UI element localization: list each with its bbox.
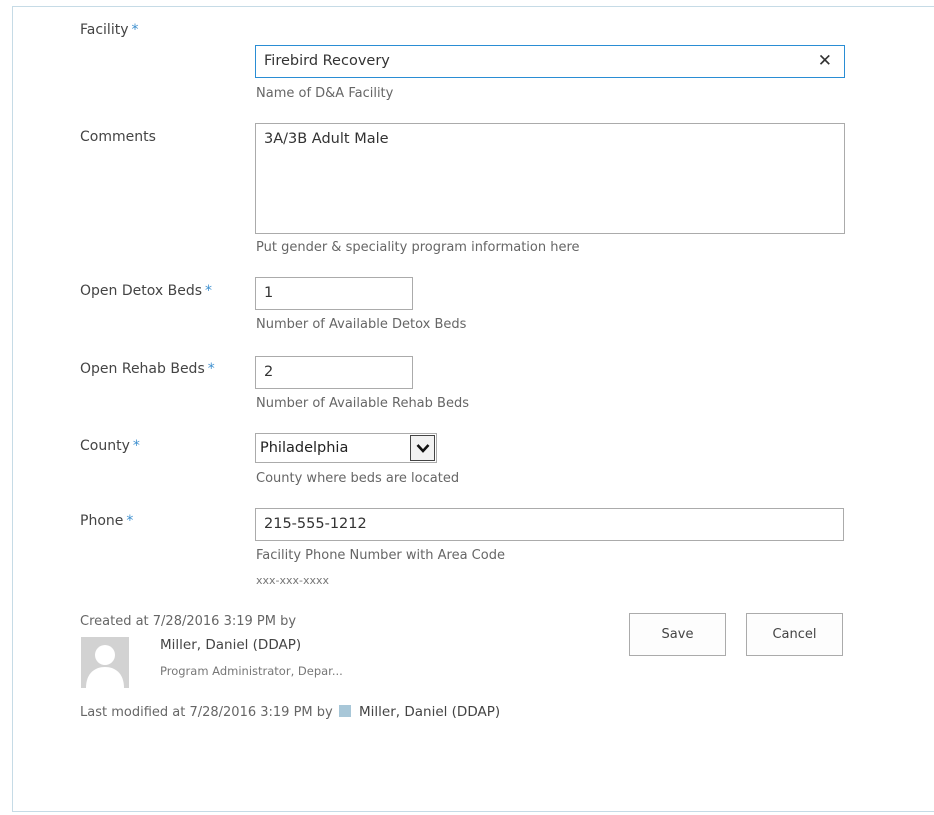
facility-label: Facility * xyxy=(80,22,139,38)
required-marker: * xyxy=(207,361,215,377)
open-rehab-beds-hint: Number of Available Rehab Beds xyxy=(256,396,469,411)
required-marker: * xyxy=(205,283,212,299)
comments-value: 3A/3B Adult Male xyxy=(264,131,389,147)
required-marker: * xyxy=(131,22,139,38)
comments-label: Comments xyxy=(80,129,156,145)
modified-info: Last modified at 7/28/2016 3:19 PM by Mi… xyxy=(80,704,500,720)
open-rehab-beds-label: Open Rehab Beds * xyxy=(80,361,215,377)
phone-input[interactable]: 215-555-1212 xyxy=(255,508,844,541)
comments-textarea[interactable]: 3A/3B Adult Male xyxy=(255,123,845,234)
open-detox-beds-input[interactable]: 1 xyxy=(255,277,413,310)
county-selected-value: Philadelphia xyxy=(260,440,349,456)
chevron-down-icon[interactable] xyxy=(410,435,435,461)
phone-label: Phone * xyxy=(80,513,134,529)
created-info: Created at 7/28/2016 3:19 PM by xyxy=(80,614,297,629)
facility-value: Firebird Recovery xyxy=(264,53,390,69)
open-detox-beds-value: 1 xyxy=(264,285,274,301)
facility-hint: Name of D&A Facility xyxy=(256,86,394,101)
open-detox-beds-label: Open Detox Beds * xyxy=(80,283,212,299)
modified-text: Last modified at 7/28/2016 3:19 PM by xyxy=(80,705,333,720)
required-marker: * xyxy=(126,513,134,529)
user-avatar-icon[interactable] xyxy=(81,637,129,688)
cancel-button[interactable]: Cancel xyxy=(746,613,843,656)
modified-by-name[interactable]: Miller, Daniel (DDAP) xyxy=(359,704,500,720)
close-icon[interactable]: ✕ xyxy=(818,46,832,77)
required-marker: * xyxy=(132,438,140,454)
save-button[interactable]: Save xyxy=(629,613,726,656)
phone-hint: Facility Phone Number with Area Code xyxy=(256,548,505,563)
phone-format-hint: xxx-xxx-xxxx xyxy=(256,574,330,587)
county-select[interactable]: Philadelphia xyxy=(255,433,437,463)
facility-field[interactable]: Firebird Recovery ✕ xyxy=(255,45,845,78)
comments-hint: Put gender & speciality program informat… xyxy=(256,240,580,255)
open-rehab-beds-value: 2 xyxy=(264,364,274,380)
phone-value: 215-555-1212 xyxy=(264,516,367,532)
created-by-name[interactable]: Miller, Daniel (DDAP) xyxy=(160,637,301,653)
presence-indicator-icon xyxy=(338,705,351,717)
open-detox-beds-hint: Number of Available Detox Beds xyxy=(256,317,467,332)
created-by-title: Program Administrator, Depar... xyxy=(160,664,343,678)
county-hint: County where beds are located xyxy=(256,471,460,486)
county-label: County * xyxy=(80,438,140,454)
open-rehab-beds-input[interactable]: 2 xyxy=(255,356,413,389)
